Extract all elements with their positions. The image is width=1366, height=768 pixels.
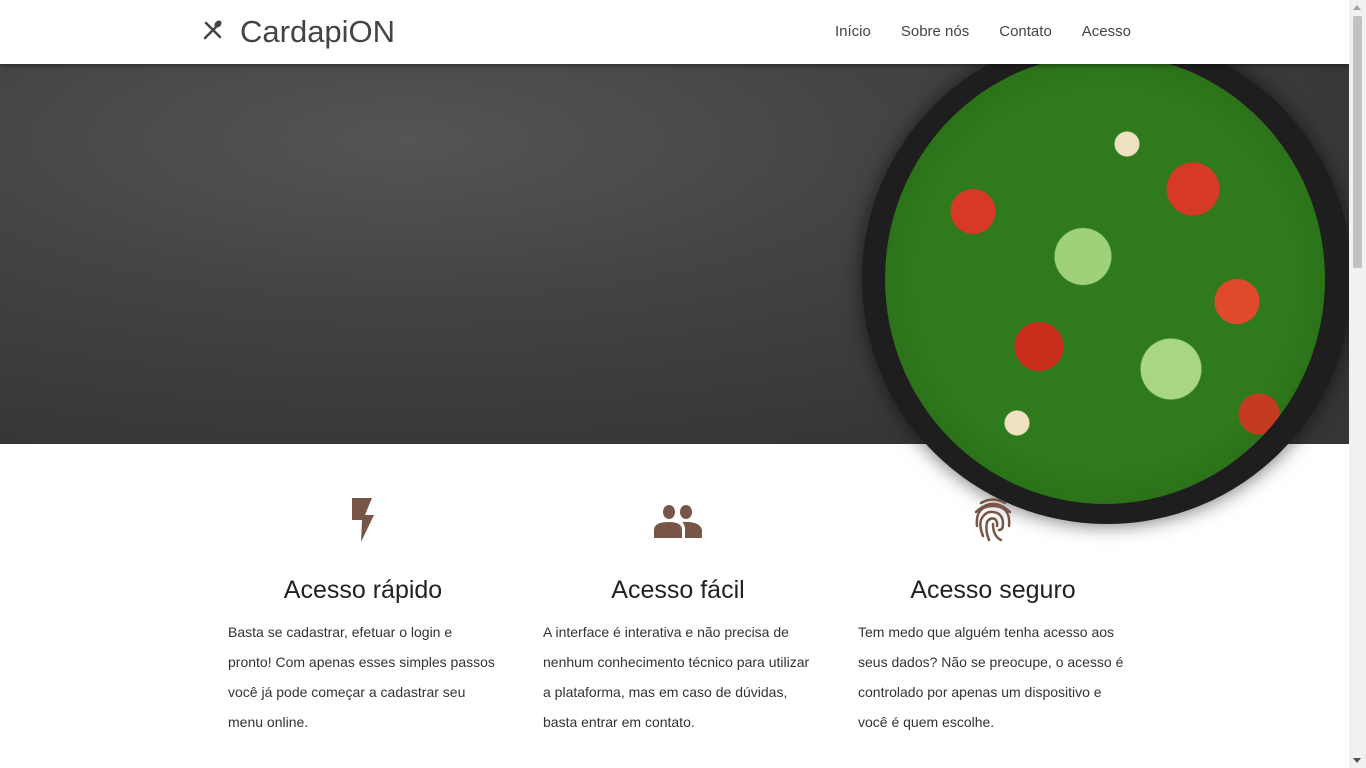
scrollbar-thumb[interactable] bbox=[1353, 16, 1362, 268]
feature-easy-access: Acesso fácil A interface é interativa e … bbox=[543, 496, 813, 737]
lightning-icon bbox=[228, 496, 498, 546]
page: CardapiON Início Sobre nós Contato Acess… bbox=[0, 0, 1349, 768]
feature-text: Basta se cadastrar, efetuar o login e pr… bbox=[228, 624, 495, 730]
scroll-up-icon[interactable] bbox=[1353, 5, 1361, 10]
utensils-icon bbox=[202, 19, 224, 46]
scroll-down-icon[interactable] bbox=[1353, 758, 1361, 763]
salad-image bbox=[885, 54, 1325, 504]
nav-contato[interactable]: Contato bbox=[999, 23, 1052, 40]
feature-title: Acesso fácil bbox=[611, 576, 745, 604]
nav-sobre-nos[interactable]: Sobre nós bbox=[901, 23, 969, 40]
nav-inicio[interactable]: Início bbox=[835, 23, 871, 40]
feature-title: Acesso seguro bbox=[910, 576, 1076, 604]
feature-text: Tem medo que alguém tenha acesso aos seu… bbox=[858, 624, 1124, 730]
feature-text: A interface é interativa e não precisa d… bbox=[543, 624, 810, 730]
fingerprint-icon bbox=[858, 496, 1128, 546]
feature-fast-access: Acesso rápido Basta se cadastrar, efetua… bbox=[228, 496, 498, 737]
hero-banner bbox=[0, 34, 1349, 524]
nav-acesso[interactable]: Acesso bbox=[1082, 23, 1131, 40]
brand-link[interactable]: CardapiON bbox=[202, 14, 395, 50]
feature-title: Acesso rápido bbox=[283, 576, 443, 604]
people-icon bbox=[543, 496, 813, 546]
main-nav: Início Sobre nós Contato Acesso bbox=[835, 23, 1131, 40]
page-scrollbar[interactable] bbox=[1349, 0, 1366, 768]
feature-secure-access: Acesso seguro Tem medo que alguém tenha … bbox=[858, 496, 1128, 737]
navbar: CardapiON Início Sobre nós Contato Acess… bbox=[0, 0, 1349, 64]
brand-name: CardapiON bbox=[240, 14, 396, 49]
